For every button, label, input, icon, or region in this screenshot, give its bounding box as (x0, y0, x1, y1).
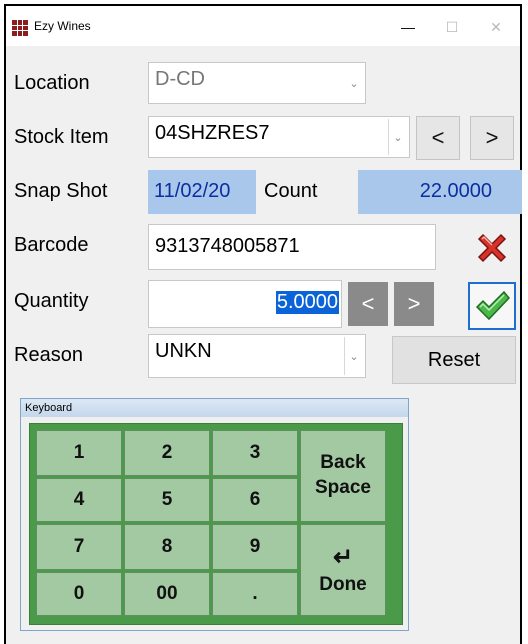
enter-icon: ↵ (332, 544, 354, 572)
window-title: Ezy Wines (34, 19, 91, 33)
stock-prev-button[interactable]: < (416, 116, 460, 160)
quantity-decrement-button[interactable]: < (348, 282, 388, 326)
reset-button[interactable]: Reset (392, 336, 516, 384)
keyboard-title: Keyboard (21, 399, 408, 417)
chevron-down-icon: ⌄ (388, 119, 407, 155)
stock-item-label: Stock Item (14, 126, 109, 148)
stock-next-button[interactable]: > (470, 116, 514, 160)
quantity-input[interactable]: 5.0000 (148, 280, 342, 328)
key-7[interactable]: 7 (36, 524, 122, 570)
barcode-input[interactable]: 9313748005871 (148, 224, 436, 270)
key-2[interactable]: 2 (124, 430, 210, 476)
app-window: Ezy Wines — ☐ ✕ Location D-CD ⌄ Stock It… (4, 4, 522, 644)
keyboard-panel: Keyboard 1 2 3 Back Space 4 5 6 7 8 9 ↵ … (20, 398, 409, 631)
barcode-label: Barcode (14, 234, 89, 256)
location-dropdown[interactable]: D-CD ⌄ (148, 62, 366, 104)
location-label: Location (14, 72, 90, 94)
count-value: 22.0000 (419, 180, 492, 202)
stock-item-dropdown[interactable]: 04SHZRES7 ⌄ (148, 116, 410, 158)
key-4[interactable]: 4 (36, 478, 122, 522)
chevron-down-icon: ⌄ (344, 337, 363, 375)
title-bar: Ezy Wines — ☐ ✕ (6, 6, 520, 46)
red-x-icon (477, 233, 507, 263)
backspace-key[interactable]: Back Space (300, 430, 386, 522)
key-3[interactable]: 3 (212, 430, 298, 476)
key-9[interactable]: 9 (212, 524, 298, 570)
minimize-button[interactable]: — (388, 16, 428, 38)
quantity-increment-button[interactable]: > (394, 282, 434, 326)
reason-value: UNKN (155, 340, 212, 362)
keypad: 1 2 3 Back Space 4 5 6 7 8 9 ↵ Done 0 00 (29, 423, 403, 625)
cancel-button[interactable] (470, 226, 514, 270)
key-decimal[interactable]: . (212, 572, 298, 616)
app-logo-icon (12, 20, 28, 36)
snapshot-value: 11/02/20 (154, 180, 231, 202)
key-00[interactable]: 00 (124, 572, 210, 616)
confirm-button[interactable] (468, 282, 516, 330)
key-6[interactable]: 6 (212, 478, 298, 522)
quantity-label: Quantity (14, 290, 89, 312)
backspace-line1: Back (320, 452, 366, 474)
close-button[interactable]: ✕ (476, 16, 516, 38)
done-label: Done (319, 574, 367, 596)
form-area: Location D-CD ⌄ Stock Item 04SHZRES7 ⌄ <… (6, 46, 522, 644)
count-field: 22.0000 (358, 170, 522, 214)
key-5[interactable]: 5 (124, 478, 210, 522)
backspace-line2: Space (315, 477, 371, 498)
stock-item-value: 04SHZRES7 (155, 122, 270, 144)
key-1[interactable]: 1 (36, 430, 122, 476)
maximize-button[interactable]: ☐ (432, 16, 472, 38)
key-0[interactable]: 0 (36, 572, 122, 616)
quantity-value: 5.0000 (275, 291, 339, 314)
count-label: Count (264, 180, 318, 202)
location-value: D-CD (155, 68, 205, 90)
reason-label: Reason (14, 344, 83, 366)
done-key[interactable]: ↵ Done (300, 524, 386, 616)
check-icon (475, 290, 511, 321)
key-8[interactable]: 8 (124, 524, 210, 570)
chevron-down-icon: ⌄ (349, 77, 359, 90)
snapshot-field: 11/02/20 (148, 170, 256, 214)
barcode-value: 9313748005871 (155, 235, 300, 257)
snapshot-label: Snap Shot (14, 180, 108, 202)
reason-dropdown[interactable]: UNKN ⌄ (148, 334, 366, 378)
